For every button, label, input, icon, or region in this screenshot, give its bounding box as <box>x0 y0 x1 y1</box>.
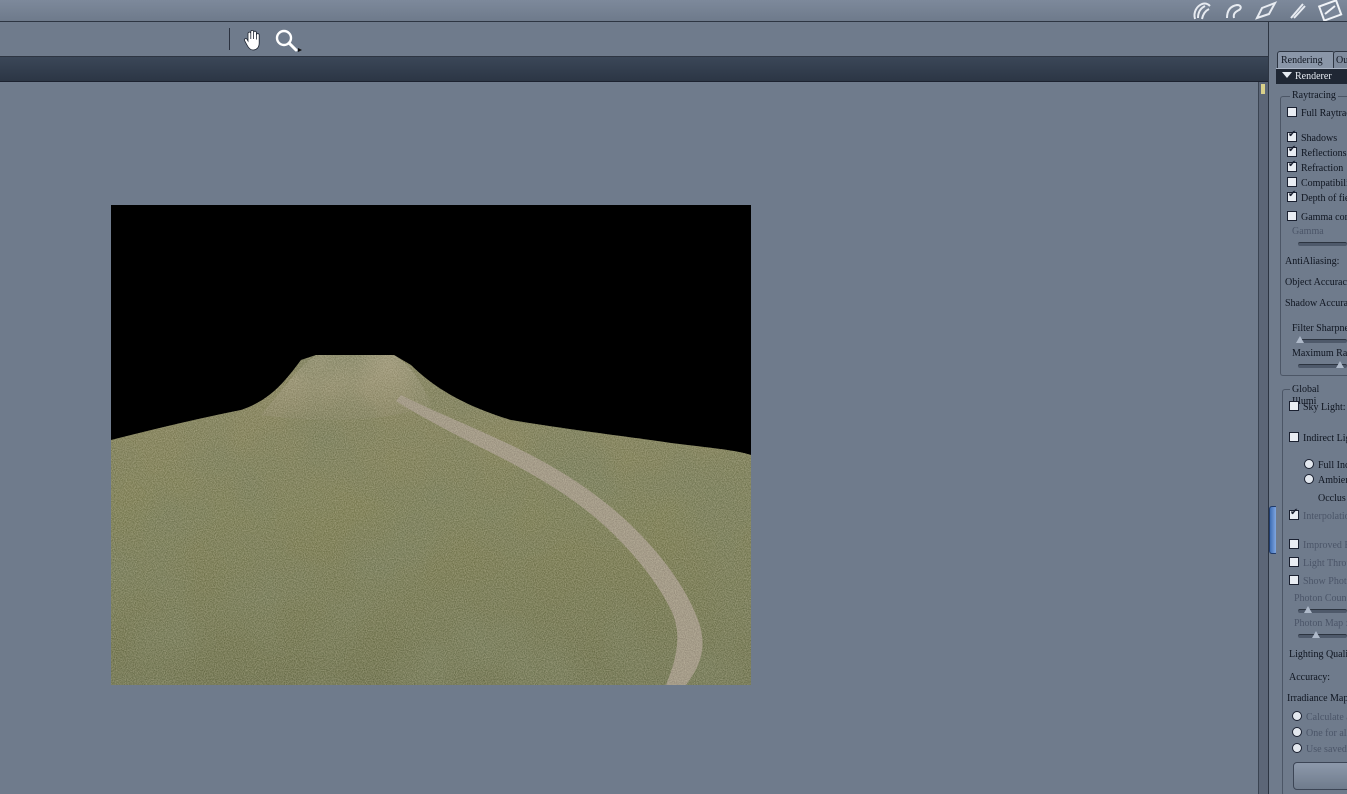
indirect-light-checkbox[interactable]: Indirect Lig <box>1289 432 1347 445</box>
slider-knob[interactable] <box>1336 361 1344 368</box>
reflections-label: Reflections <box>1301 148 1347 159</box>
checkbox-box <box>1287 129 1297 142</box>
calculate-label: Calculate a <box>1306 712 1347 723</box>
checkbox-box <box>1287 159 1297 172</box>
full-indirect-label: Full Inc <box>1318 460 1347 471</box>
photon-count-label: Photon Coun <box>1294 593 1347 604</box>
lighting-quality-label: Lighting Quali <box>1289 649 1347 660</box>
cloth-room-icon[interactable] <box>1221 0 1247 21</box>
show-photons-checkbox[interactable]: Show Photo <box>1289 575 1347 588</box>
render-image <box>111 205 751 685</box>
photon-map-slider[interactable] <box>1298 631 1347 638</box>
radio-button <box>1292 743 1302 753</box>
max-ray-depth-label: Maximum Ra <box>1292 348 1347 359</box>
object-accuracy-label: Object Accurac <box>1285 277 1347 288</box>
slider-knob[interactable] <box>1304 606 1312 613</box>
improved-label: Improved E <box>1303 540 1347 551</box>
room-icons <box>1189 0 1347 22</box>
checkbox-box <box>1289 507 1299 520</box>
show-photons-label: Show Photo <box>1303 576 1347 587</box>
gamma-label: Gamma <box>1292 226 1324 237</box>
occlusion-label: Occlus <box>1318 493 1346 504</box>
compatibility-label: Compatibili <box>1301 178 1347 189</box>
interpolation-label: Interpolatio <box>1303 511 1347 522</box>
radio-button <box>1304 474 1314 484</box>
depth-of-field-checkbox[interactable]: Depth of fie <box>1287 189 1347 205</box>
shadows-label: Shadows <box>1301 133 1338 144</box>
refraction-checkbox[interactable]: Refraction <box>1287 159 1344 175</box>
zoom-icon[interactable] <box>274 28 304 54</box>
light-through-label: Light Throu <box>1303 558 1347 569</box>
document-header-strip <box>0 57 1268 82</box>
indirect-light-label: Indirect Lig <box>1303 433 1347 444</box>
ambient-radio[interactable]: Ambier <box>1304 474 1347 487</box>
hair-room-icon[interactable] <box>1285 0 1311 21</box>
gamma-correction-checkbox[interactable]: Gamma cor <box>1287 211 1347 224</box>
slider-knob[interactable] <box>1312 631 1320 638</box>
full-indirect-radio[interactable]: Full Inc <box>1304 459 1347 472</box>
checkbox-box <box>1289 401 1299 411</box>
use-saved-label: Use saved <box>1306 744 1347 755</box>
antialiasing-label: AntiAliasing: <box>1285 256 1340 267</box>
photon-map-label: Photon Map : <box>1294 618 1347 629</box>
tab-rendering[interactable]: Rendering <box>1277 51 1335 68</box>
slider-knob[interactable] <box>1296 336 1304 343</box>
photon-count-slider[interactable] <box>1298 606 1347 613</box>
full-raytracing-label: Full Raytrac <box>1301 108 1347 119</box>
checkbox-box <box>1287 177 1297 187</box>
accuracy-label: Accuracy: <box>1289 672 1331 683</box>
scrollbar-marker <box>1261 84 1265 94</box>
panel-tabs: Rendering Ou <box>1276 51 1347 68</box>
radio-button <box>1304 459 1314 469</box>
render-settings-panel: Rendering Ou Renderer Raytracing Full Ra… <box>1276 44 1347 794</box>
radio-button <box>1292 711 1302 721</box>
shadow-accuracy-label: Shadow Accura <box>1285 298 1347 309</box>
checkbox-box <box>1289 432 1299 442</box>
title-bar <box>0 0 1347 22</box>
tab-output[interactable]: Ou <box>1333 51 1347 68</box>
interpolation-checkbox[interactable]: Interpolatio <box>1289 507 1347 523</box>
calculate-radio[interactable]: Calculate a <box>1292 711 1347 724</box>
one-for-all-radio[interactable]: One for all <box>1292 727 1347 740</box>
checkbox-box <box>1287 144 1297 157</box>
sky-light-label: Sky Light: <box>1303 402 1346 413</box>
hand-icon[interactable] <box>241 28 265 52</box>
render-preview <box>111 205 751 685</box>
filter-sharpness-label: Filter Sharpne <box>1292 323 1347 334</box>
use-saved-radio[interactable]: Use saved <box>1292 743 1347 756</box>
checkbox-box <box>1287 107 1297 117</box>
improved-checkbox[interactable]: Improved E <box>1289 539 1347 552</box>
radio-button <box>1292 727 1302 737</box>
gamma-correction-label: Gamma cor <box>1301 212 1347 223</box>
ambient-label: Ambier <box>1318 475 1347 486</box>
irradiance-action-button[interactable] <box>1293 762 1347 790</box>
gamma-slider[interactable] <box>1298 242 1347 246</box>
filter-sharpness-slider[interactable] <box>1296 336 1347 343</box>
sky-light-checkbox[interactable]: Sky Light: <box>1289 401 1346 414</box>
canvas-scrollbar[interactable] <box>1258 82 1268 794</box>
full-raytracing-checkbox[interactable]: Full Raytrac <box>1287 107 1347 120</box>
checkbox-box <box>1287 189 1297 202</box>
collapse-triangle-icon <box>1282 72 1292 78</box>
checkbox-box <box>1289 539 1299 549</box>
depth-of-field-label: Depth of fie <box>1301 193 1347 204</box>
hand-room-icon[interactable] <box>1189 0 1215 21</box>
irradiance-map-label: Irradiance Map <box>1287 693 1347 704</box>
refraction-label: Refraction <box>1301 163 1344 174</box>
one-for-all-label: One for all <box>1306 728 1347 739</box>
checkbox-box <box>1289 575 1299 585</box>
max-ray-depth-slider[interactable] <box>1298 361 1347 368</box>
light-through-checkbox[interactable]: Light Throu <box>1289 557 1347 570</box>
setup-room-icon[interactable] <box>1317 0 1343 22</box>
document-toolbar <box>0 22 1268 57</box>
raytracing-legend: Raytracing <box>1290 90 1338 102</box>
checkbox-box <box>1287 211 1297 221</box>
face-room-icon[interactable] <box>1253 0 1279 21</box>
renderer-section-title: Renderer <box>1295 71 1332 82</box>
renderer-section-header[interactable]: Renderer <box>1276 68 1347 84</box>
checkbox-box <box>1289 557 1299 567</box>
toolbar-separator <box>229 28 230 50</box>
